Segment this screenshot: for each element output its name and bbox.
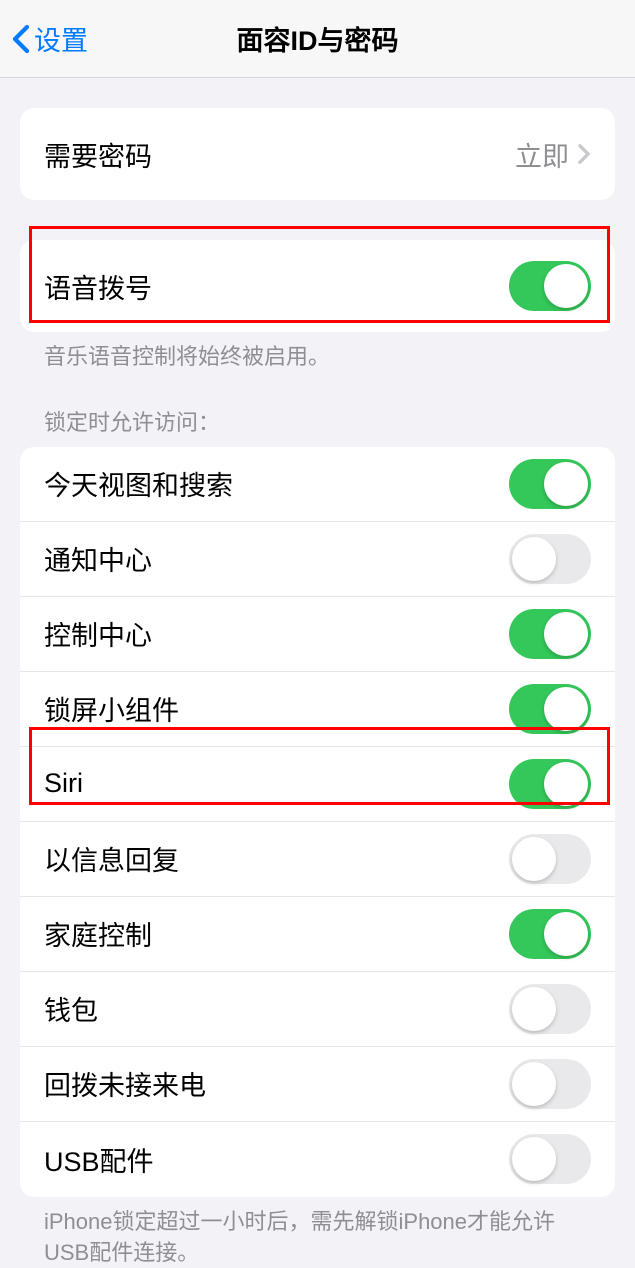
voice-dial-label: 语音拨号 xyxy=(44,267,509,306)
page-title: 面容ID与密码 xyxy=(237,19,399,58)
chevron-right-icon xyxy=(577,143,591,165)
require-passcode-value: 立即 xyxy=(515,135,569,174)
back-label: 设置 xyxy=(34,19,88,58)
chevron-left-icon xyxy=(12,24,30,54)
locked-item-row: 家庭控制 xyxy=(20,897,615,972)
toggle-knob xyxy=(512,1062,556,1106)
usb-footer: iPhone锁定超过一小时后，需先解锁iPhone才能允许USB配件连接。 xyxy=(20,1197,615,1268)
nav-header: 设置 面容ID与密码 xyxy=(0,0,635,78)
require-passcode-group: 需要密码 立即 xyxy=(20,108,615,200)
locked-item-label: 回拨未接来电 xyxy=(44,1064,509,1103)
require-passcode-label: 需要密码 xyxy=(44,135,515,174)
locked-item-label: Siri xyxy=(44,768,509,799)
toggle-knob xyxy=(512,987,556,1031)
locked-item-row: USB配件 xyxy=(20,1122,615,1197)
locked-item-row: 通知中心 xyxy=(20,522,615,597)
locked-item-label: 通知中心 xyxy=(44,539,509,578)
locked-access-header: 锁定时允许访问： xyxy=(20,405,615,447)
voice-dial-footer: 音乐语音控制将始终被启用。 xyxy=(20,332,615,373)
locked-item-row: 以信息回复 xyxy=(20,822,615,897)
locked-item-toggle[interactable] xyxy=(509,1134,591,1184)
locked-item-label: 以信息回复 xyxy=(44,839,509,878)
locked-item-toggle[interactable] xyxy=(509,834,591,884)
locked-item-toggle[interactable] xyxy=(509,609,591,659)
toggle-knob xyxy=(544,912,588,956)
locked-item-toggle[interactable] xyxy=(509,984,591,1034)
toggle-knob xyxy=(544,612,588,656)
locked-item-row: 今天视图和搜索 xyxy=(20,447,615,522)
toggle-knob xyxy=(544,762,588,806)
require-passcode-row[interactable]: 需要密码 立即 xyxy=(20,108,615,200)
toggle-knob xyxy=(512,1137,556,1181)
voice-dial-group: 语音拨号 xyxy=(20,240,615,332)
voice-dial-toggle[interactable] xyxy=(509,261,591,311)
locked-item-toggle[interactable] xyxy=(509,909,591,959)
locked-item-label: 钱包 xyxy=(44,989,509,1028)
toggle-knob xyxy=(544,687,588,731)
locked-item-row: Siri xyxy=(20,747,615,822)
locked-item-label: USB配件 xyxy=(44,1140,509,1179)
toggle-knob xyxy=(512,837,556,881)
locked-item-row: 钱包 xyxy=(20,972,615,1047)
back-button[interactable]: 设置 xyxy=(12,19,88,58)
locked-item-row: 控制中心 xyxy=(20,597,615,672)
locked-item-toggle[interactable] xyxy=(509,1059,591,1109)
locked-item-label: 控制中心 xyxy=(44,614,509,653)
locked-item-row: 锁屏小组件 xyxy=(20,672,615,747)
toggle-knob xyxy=(544,264,588,308)
locked-item-toggle[interactable] xyxy=(509,759,591,809)
toggle-knob xyxy=(544,462,588,506)
locked-item-row: 回拨未接来电 xyxy=(20,1047,615,1122)
locked-item-toggle[interactable] xyxy=(509,684,591,734)
locked-item-toggle[interactable] xyxy=(509,459,591,509)
locked-item-toggle[interactable] xyxy=(509,534,591,584)
locked-item-label: 锁屏小组件 xyxy=(44,689,509,728)
locked-item-label: 家庭控制 xyxy=(44,914,509,953)
voice-dial-row: 语音拨号 xyxy=(20,240,615,332)
locked-item-label: 今天视图和搜索 xyxy=(44,464,509,503)
locked-access-group: 今天视图和搜索通知中心控制中心锁屏小组件 Siri 以信息回复家庭控制钱包回拨未接来… xyxy=(20,447,615,1197)
toggle-knob xyxy=(512,537,556,581)
